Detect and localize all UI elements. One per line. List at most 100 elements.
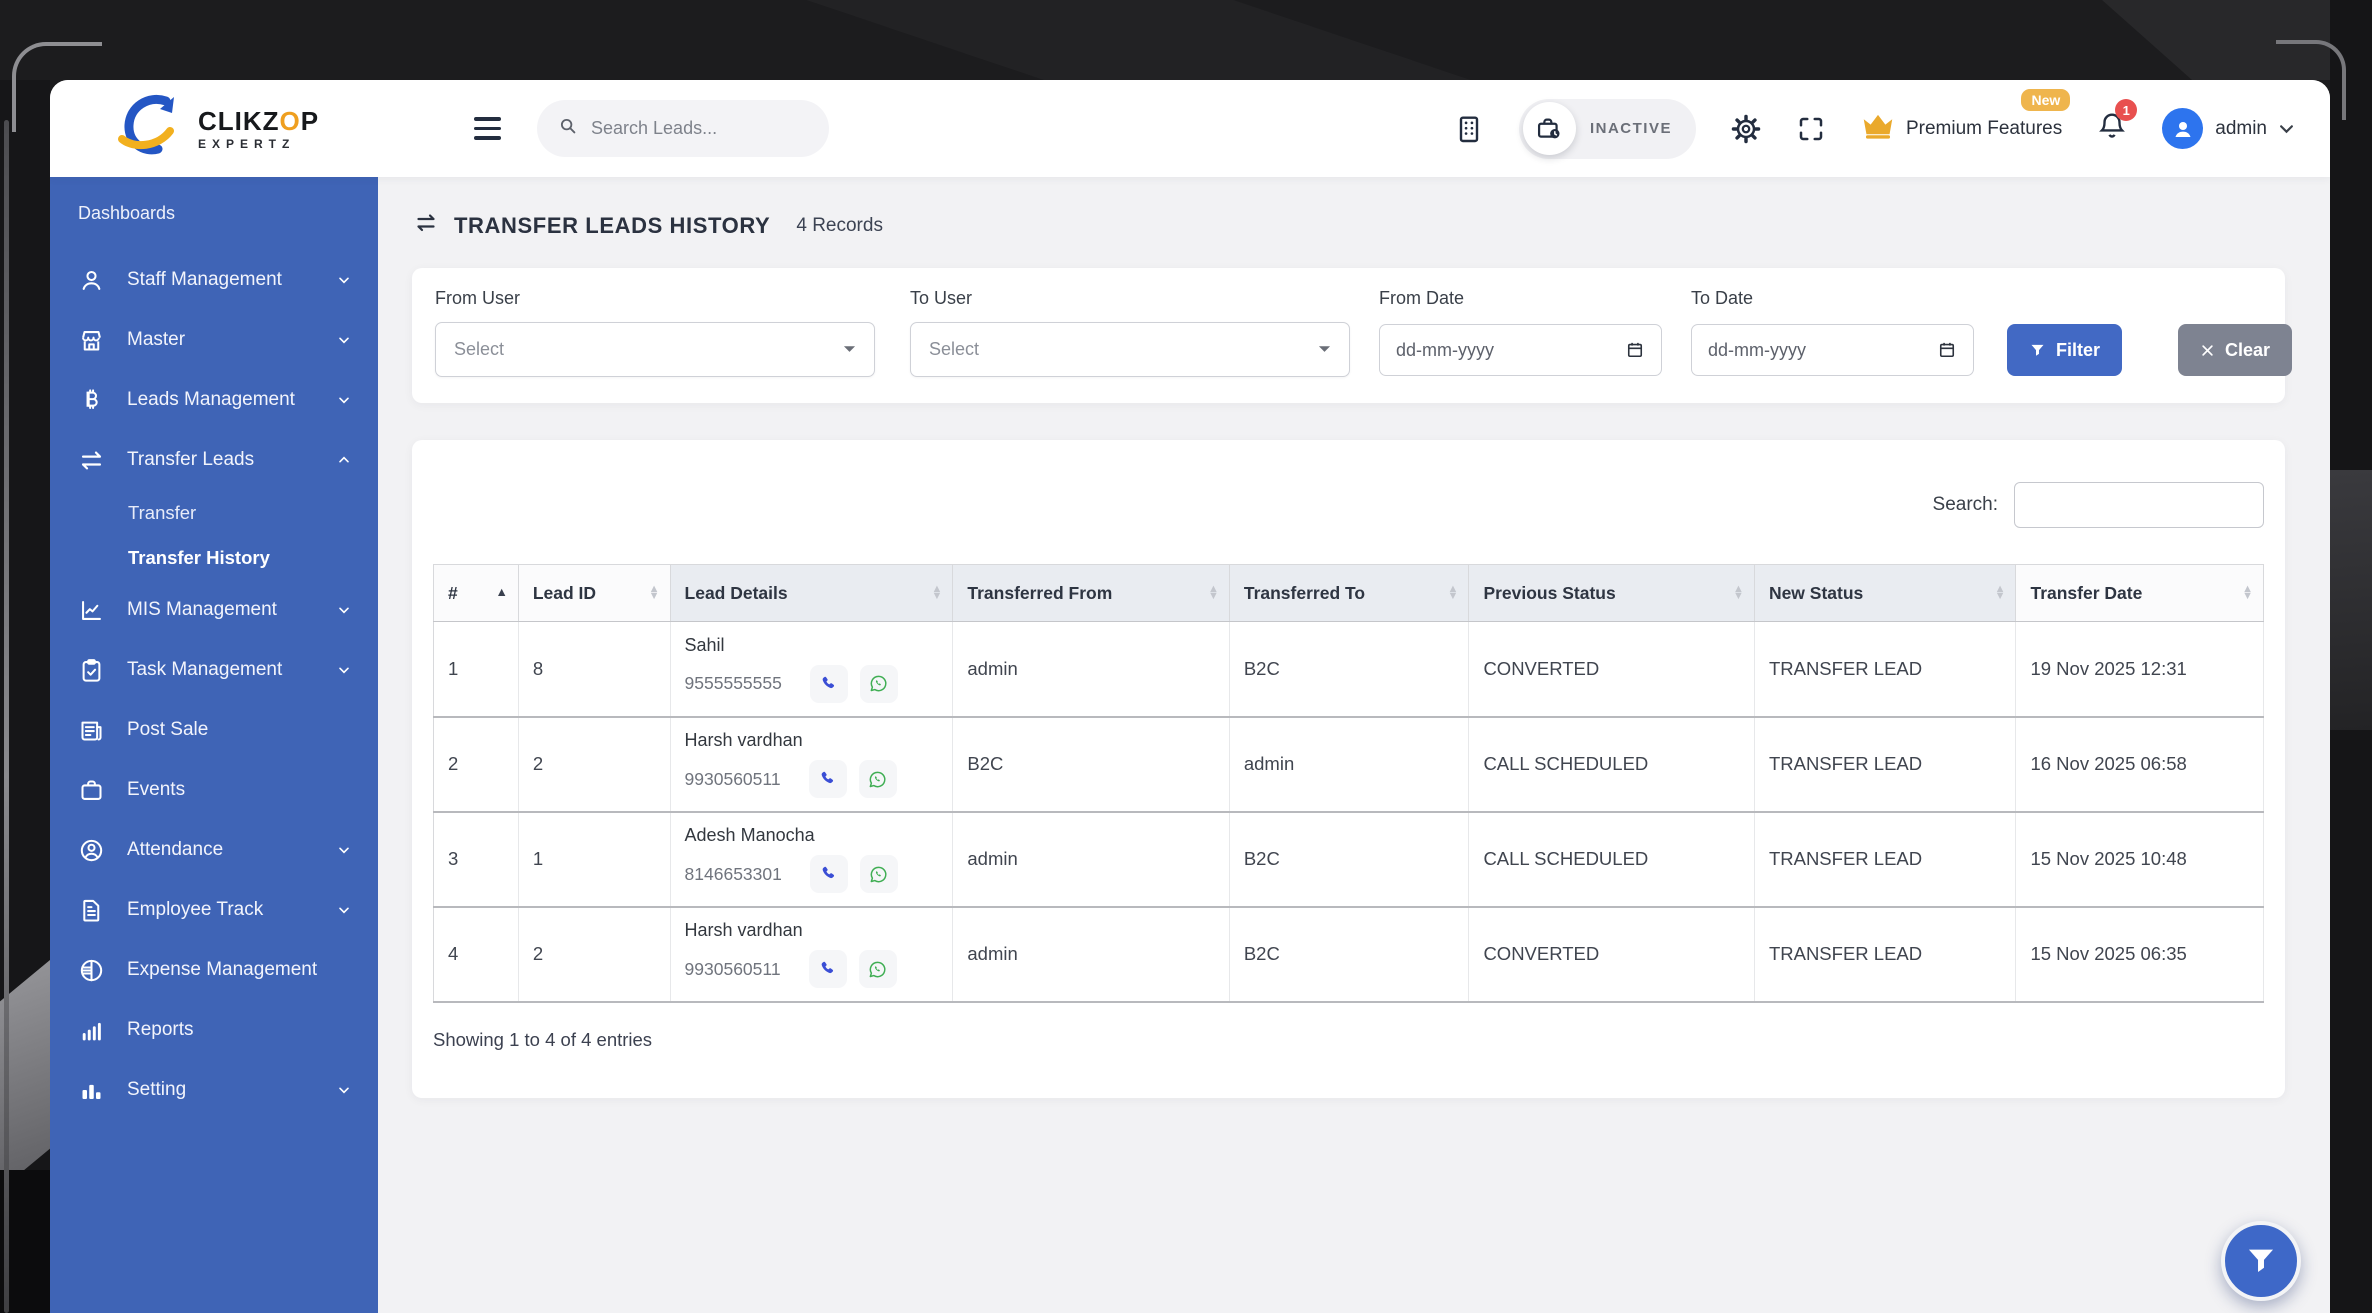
column-header-new-status[interactable]: New Status▲▼ <box>1754 565 2016 622</box>
table-search-input[interactable] <box>2014 482 2264 528</box>
column-header-transferred-to[interactable]: Transferred To▲▼ <box>1229 565 1469 622</box>
cell-index: 3 <box>434 812 519 907</box>
sidebar-item-employee-track[interactable]: Employee Track <box>50 880 378 940</box>
fullscreen-icon[interactable] <box>1796 114 1826 144</box>
newspaper-icon <box>78 717 105 744</box>
cell-lead-id: 1 <box>518 812 670 907</box>
call-button[interactable] <box>809 760 847 798</box>
premium-features-link[interactable]: Premium Features New <box>1860 111 2062 146</box>
floating-filter-button[interactable] <box>2221 1221 2301 1301</box>
cell-lead-details: Harsh vardhan 9930560511 <box>670 717 953 812</box>
from-user-select[interactable]: Select <box>435 322 875 377</box>
brand-emblem-icon <box>114 93 188 164</box>
cell-previous-status: CONVERTED <box>1469 622 1755 717</box>
sidebar-item-staff-management[interactable]: Staff Management <box>50 250 378 310</box>
new-badge: New <box>2021 89 2070 111</box>
sidebar-item-post-sale[interactable]: Post Sale <box>50 700 378 760</box>
sort-icons: ▲▼ <box>2242 586 2253 600</box>
column-header-index[interactable]: #▲ <box>434 565 519 622</box>
calendar-icon <box>1625 340 1645 360</box>
settings-gear-icon[interactable] <box>1730 113 1762 145</box>
chevron-down-icon <box>336 392 352 408</box>
cell-lead-details: Adesh Manocha 8146653301 <box>670 812 953 907</box>
filter-panel: From User Select To User Select From Dat… <box>412 268 2285 403</box>
clear-button[interactable]: Clear <box>2178 324 2292 376</box>
whatsapp-icon <box>867 769 888 790</box>
document-icon <box>78 897 105 924</box>
filter-button[interactable]: Filter <box>2007 324 2122 376</box>
to-date-input[interactable]: dd-mm-yyyy <box>1691 324 1974 376</box>
chevron-down-icon <box>336 902 352 918</box>
status-pill-label: INACTIVE <box>1590 120 1672 137</box>
from-date-input[interactable]: dd-mm-yyyy <box>1379 324 1662 376</box>
sidebar-section-dashboards[interactable]: Dashboards <box>50 203 378 250</box>
bitcoin-icon <box>78 387 105 414</box>
whatsapp-button[interactable] <box>859 760 897 798</box>
lead-name: Adesh Manocha <box>685 825 939 846</box>
records-count: 4 Records <box>796 215 883 237</box>
premium-features-label: Premium Features <box>1906 118 2062 140</box>
whatsapp-button[interactable] <box>860 665 898 703</box>
sort-asc-icon: ▲ <box>495 589 507 597</box>
global-search[interactable] <box>537 100 829 157</box>
to-user-select[interactable]: Select <box>910 322 1350 377</box>
column-header-lead-details[interactable]: Lead Details▲▼ <box>670 565 953 622</box>
cell-transferred-from: admin <box>953 907 1229 1002</box>
whatsapp-button[interactable] <box>859 950 897 988</box>
column-header-transfer-date[interactable]: Transfer Date▲▼ <box>2016 565 2264 622</box>
sidebar-item-attendance[interactable]: Attendance <box>50 820 378 880</box>
frame-right-edge <box>2330 0 2372 1313</box>
global-search-input[interactable] <box>591 118 809 139</box>
pie-chart-icon <box>78 957 105 984</box>
table-row[interactable]: 2 2 Harsh vardhan 9930560511 B2C <box>434 717 2264 812</box>
sidebar-item-task-management[interactable]: Task Management <box>50 640 378 700</box>
table-row[interactable]: 1 8 Sahil 9555555555 admin B2C <box>434 622 2264 717</box>
sidebar-item-master[interactable]: Master <box>50 310 378 370</box>
whatsapp-icon <box>868 864 889 885</box>
sidebar-item-mis-management[interactable]: MIS Management <box>50 580 378 640</box>
call-button[interactable] <box>810 855 848 893</box>
company-building-icon[interactable] <box>1453 112 1485 146</box>
main-content: TRANSFER LEADS HISTORY 4 Records From Us… <box>378 177 2330 1313</box>
user-icon <box>78 267 105 294</box>
attendance-status-toggle[interactable]: INACTIVE <box>1519 99 1696 159</box>
call-button[interactable] <box>810 665 848 703</box>
transfer-history-table: #▲ Lead ID▲▼ Lead Details▲▼ Transferred … <box>433 564 2264 1003</box>
column-header-transferred-from[interactable]: Transferred From▲▼ <box>953 565 1229 622</box>
avatar <box>2162 108 2203 149</box>
brand-logo[interactable]: CLIKZOP EXPERTZ <box>114 93 378 164</box>
sidebar-subitem-transfer-history[interactable]: Transfer History <box>50 535 378 580</box>
chevron-down-icon <box>336 842 352 858</box>
bar-chart-icon <box>78 1017 105 1044</box>
table-info-text: Showing 1 to 4 of 4 entries <box>433 1029 2264 1051</box>
user-menu[interactable]: admin <box>2162 108 2294 149</box>
sidebar-item-reports[interactable]: Reports <box>50 1000 378 1060</box>
close-icon <box>2200 343 2215 358</box>
sidebar-item-leads-management[interactable]: Leads Management <box>50 370 378 430</box>
funnel-icon <box>2244 1244 2278 1278</box>
swap-arrows-icon <box>78 447 105 474</box>
sort-icons: ▲▼ <box>1995 586 2006 600</box>
caret-down-icon <box>843 345 856 354</box>
topbar: CLIKZOP EXPERTZ <box>50 80 2330 177</box>
sidebar-item-setting[interactable]: Setting <box>50 1060 378 1120</box>
table-row[interactable]: 3 1 Adesh Manocha 8146653301 admin <box>434 812 2264 907</box>
sidebar-item-transfer-leads[interactable]: Transfer Leads <box>50 430 378 490</box>
sidebar-item-expense-management[interactable]: Expense Management <box>50 940 378 1000</box>
sort-icons: ▲▼ <box>1733 586 1744 600</box>
column-header-lead-id[interactable]: Lead ID▲▼ <box>518 565 670 622</box>
brand-subtitle: EXPERTZ <box>198 138 319 150</box>
cell-transfer-date: 16 Nov 2025 06:58 <box>2016 717 2264 812</box>
menu-toggle-button[interactable] <box>474 117 501 139</box>
column-header-previous-status[interactable]: Previous Status▲▼ <box>1469 565 1755 622</box>
cell-transferred-from: admin <box>953 812 1229 907</box>
table-row[interactable]: 4 2 Harsh vardhan 9930560511 admin <box>434 907 2264 1002</box>
call-button[interactable] <box>809 950 847 988</box>
chart-line-icon <box>78 597 105 624</box>
notifications-button[interactable]: 1 <box>2096 109 2128 148</box>
sidebar-subitem-transfer[interactable]: Transfer <box>50 490 378 535</box>
whatsapp-button[interactable] <box>860 855 898 893</box>
brand-name: CLIKZOP <box>198 108 319 134</box>
sidebar-item-events[interactable]: Events <box>50 760 378 820</box>
cell-transferred-from: B2C <box>953 717 1229 812</box>
